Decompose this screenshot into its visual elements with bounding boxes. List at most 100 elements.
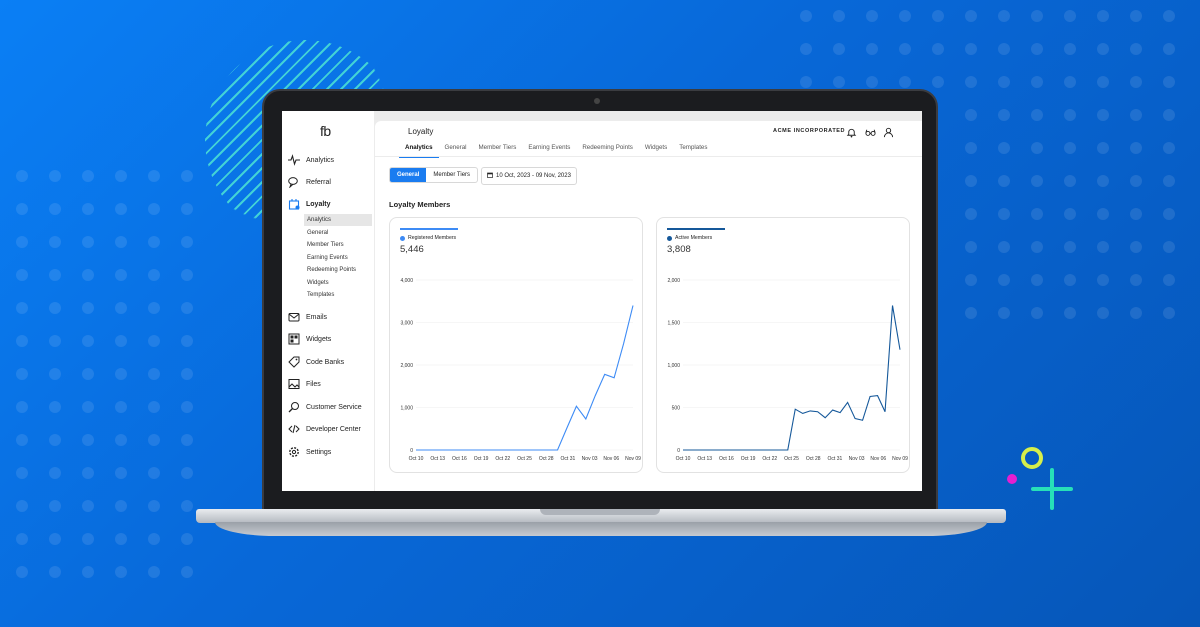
- background-dot: [965, 76, 977, 88]
- sidebar-item-code-banks[interactable]: Code Banks: [288, 354, 344, 370]
- date-range-picker[interactable]: 10 Oct, 2023 - 09 Nov, 2023: [481, 167, 577, 185]
- sidebar-subitem-templates[interactable]: Templates: [304, 289, 372, 301]
- x-tick-label: Oct 19: [474, 456, 489, 462]
- sidebar-item-loyalty[interactable]: Loyalty: [288, 196, 331, 212]
- background-dot: [82, 434, 94, 446]
- background-dot: [1130, 109, 1142, 121]
- sidebar-item-label: Widgets: [306, 335, 332, 343]
- sidebar-item-customer-service[interactable]: Customer Service: [288, 399, 362, 415]
- user-icon[interactable]: [883, 125, 894, 138]
- sidebar-item-emails[interactable]: Emails: [288, 309, 327, 325]
- background-dot: [115, 236, 127, 248]
- background-dot: [1064, 43, 1076, 55]
- x-tick-label: Oct 16: [719, 456, 734, 462]
- segment-member-tiers-button[interactable]: Member Tiers: [426, 168, 477, 182]
- background-dot: [148, 335, 160, 347]
- background-dot: [1130, 43, 1142, 55]
- background-dot: [1031, 10, 1043, 22]
- background-dot: [181, 203, 193, 215]
- background-dot: [16, 533, 28, 545]
- background-dot: [1097, 274, 1109, 286]
- background-dot: [1031, 208, 1043, 220]
- sidebar-subitem-general[interactable]: General: [304, 227, 372, 239]
- background-dot: [82, 269, 94, 281]
- background-dot: [82, 533, 94, 545]
- page-title: Loyalty: [408, 127, 434, 136]
- background-dot: [1097, 142, 1109, 154]
- background-dot: [1031, 43, 1043, 55]
- sidebar-item-files[interactable]: Files: [288, 376, 321, 392]
- background-dot: [148, 434, 160, 446]
- glasses-icon[interactable]: [865, 125, 876, 136]
- sidebar-item-settings[interactable]: Settings: [288, 444, 331, 460]
- background-dot: [115, 566, 127, 578]
- x-tick-label: Oct 13: [430, 456, 445, 462]
- sidebar-item-label: Referral: [306, 178, 331, 186]
- background-dot: [49, 434, 61, 446]
- chat-bubbles-icon: [288, 176, 300, 188]
- background-dot: [1097, 175, 1109, 187]
- background-dot: [181, 566, 193, 578]
- headset-icon: [288, 401, 300, 413]
- background-dot: [1130, 76, 1142, 88]
- laptop-notch: [540, 509, 660, 515]
- background-dot: [800, 43, 812, 55]
- background-dot: [1130, 208, 1142, 220]
- background-dot: [49, 467, 61, 479]
- background-dot: [998, 208, 1010, 220]
- background-dot: [148, 203, 160, 215]
- background-dot: [16, 467, 28, 479]
- x-tick-label: Nov 03: [849, 456, 865, 462]
- sidebar-subitem-widgets[interactable]: Widgets: [304, 277, 372, 289]
- background-dot: [998, 142, 1010, 154]
- logo[interactable]: fb: [320, 123, 331, 139]
- background-dot: [899, 43, 911, 55]
- sidebar-item-label: Settings: [306, 448, 332, 456]
- background-dot: [1163, 208, 1175, 220]
- sidebar-item-referral[interactable]: Referral: [288, 174, 331, 190]
- sidebar-subitem-member-tiers[interactable]: Member Tiers: [304, 239, 372, 251]
- x-tick-label: Oct 10: [409, 456, 424, 462]
- background-dot: [115, 269, 127, 281]
- background-dot: [16, 566, 28, 578]
- sidebar-item-developer-center[interactable]: Developer Center: [288, 421, 361, 437]
- background-dot: [1064, 274, 1076, 286]
- background-dot: [49, 269, 61, 281]
- plus-decoration: [1050, 468, 1054, 510]
- sidebar-subitem-analytics[interactable]: Analytics: [304, 214, 372, 226]
- background-dot: [965, 175, 977, 187]
- date-range-label: 10 Oct, 2023 - 09 Nov, 2023: [496, 173, 571, 179]
- sidebar-item-widgets[interactable]: Widgets: [288, 331, 331, 347]
- company-name[interactable]: ACME INCORPORATED: [773, 128, 845, 134]
- sidebar-subitem-earning-events[interactable]: Earning Events: [304, 252, 372, 264]
- background-dot: [16, 335, 28, 347]
- sidebar-subitem-redeeming-points[interactable]: Redeeming Points: [304, 264, 372, 276]
- background-dot: [148, 302, 160, 314]
- background-dot: [1064, 208, 1076, 220]
- background-dot: [1163, 10, 1175, 22]
- background-dot: [1130, 10, 1142, 22]
- background-dot: [866, 76, 878, 88]
- background-dot: [998, 43, 1010, 55]
- background-dot: [16, 203, 28, 215]
- background-dot: [181, 434, 193, 446]
- y-tick-label: 2,000: [667, 278, 680, 284]
- background-dot: [16, 170, 28, 182]
- x-tick-label: Oct 28: [539, 456, 554, 462]
- background-dot: [115, 302, 127, 314]
- webcam: [594, 98, 600, 104]
- background-dot: [899, 10, 911, 22]
- background-dot: [1130, 274, 1142, 286]
- bell-icon[interactable]: [846, 125, 857, 138]
- background-dot: [16, 500, 28, 512]
- background-dot: [833, 10, 845, 22]
- background-dot: [1031, 241, 1043, 253]
- background-dot: [1097, 10, 1109, 22]
- sidebar-item-label: Analytics: [306, 156, 335, 164]
- background-dot: [49, 236, 61, 248]
- sidebar-item-analytics[interactable]: Analytics: [288, 152, 334, 168]
- background-dot: [49, 368, 61, 380]
- background-dot: [115, 401, 127, 413]
- x-tick-label: Nov 06: [603, 456, 619, 462]
- segment-general-button[interactable]: General: [390, 168, 427, 182]
